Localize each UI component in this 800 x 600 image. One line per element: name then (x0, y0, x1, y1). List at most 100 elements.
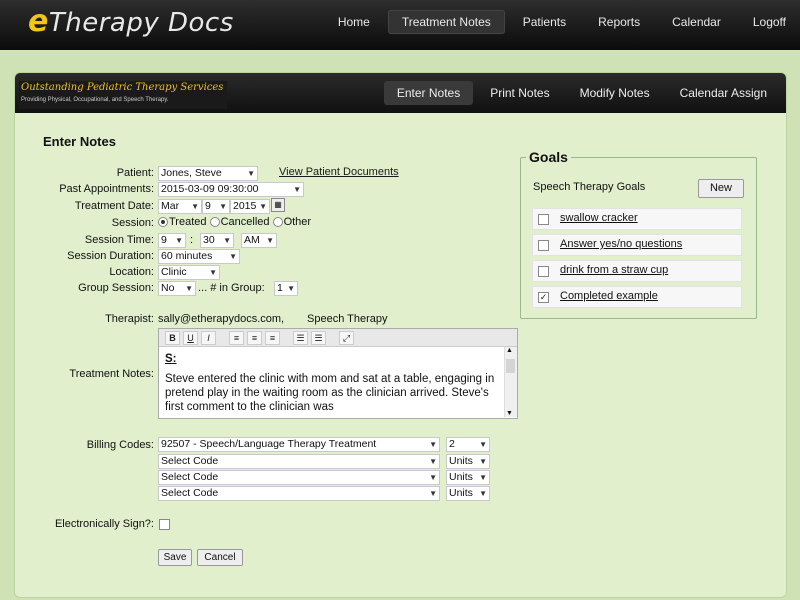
treatment-day-select[interactable]: 9 ▼ (202, 199, 230, 214)
chevron-down-icon: ▼ (479, 489, 487, 498)
billing-units-value: Units (449, 471, 473, 483)
location-select[interactable]: Clinic ▼ (158, 265, 220, 280)
scroll-down-icon[interactable]: ▼ (506, 410, 513, 417)
bullet-list-icon[interactable]: ☰ (293, 331, 308, 345)
goal-checkbox-checked[interactable]: ✓ (538, 292, 549, 303)
editor-scrollbar[interactable]: ▲ ▼ (504, 347, 517, 417)
nav-logoff[interactable]: Logoff (739, 10, 800, 34)
nav-patients[interactable]: Patients (509, 10, 580, 34)
chevron-down-icon: ▼ (479, 457, 487, 466)
chevron-down-icon: ▼ (479, 440, 487, 449)
goal-checkbox[interactable] (538, 266, 549, 277)
subnav-modify-notes[interactable]: Modify Notes (567, 81, 663, 105)
patient-value: Jones, Steve (161, 167, 222, 179)
page-title: Enter Notes (43, 134, 116, 149)
notes-section-heading: S: (165, 353, 177, 365)
bold-icon[interactable]: B (165, 331, 180, 345)
subnav-print-notes[interactable]: Print Notes (477, 81, 562, 105)
group-session-label: Group Session: (78, 282, 154, 294)
goal-checkbox[interactable] (538, 214, 549, 225)
treatment-month-select[interactable]: Mar ▼ (158, 199, 202, 214)
billing-code-select-1[interactable]: 92507 - Speech/Language Therapy Treatmen… (158, 437, 440, 452)
goals-section-title: Speech Therapy Goals (533, 181, 646, 193)
app-logo[interactable]: eTherapy Docs (28, 4, 234, 39)
nav-home[interactable]: Home (324, 10, 384, 34)
session-other-radio[interactable] (272, 217, 283, 228)
goal-link[interactable]: Answer yes/no questions (560, 238, 682, 250)
goal-link[interactable]: swallow cracker (560, 212, 638, 224)
session-hour-select[interactable]: 9 ▼ (158, 233, 186, 248)
session-label: Session: (111, 217, 154, 229)
billing-units-select-1[interactable]: 2 ▼ (446, 437, 490, 452)
electronic-sign-checkbox[interactable] (159, 519, 170, 530)
session-treated-radio[interactable] (158, 217, 168, 228)
new-goal-button[interactable]: New (698, 179, 744, 198)
nav-calendar[interactable]: Calendar (658, 10, 735, 34)
goal-checkbox[interactable] (538, 240, 549, 251)
cancel-button[interactable]: Cancel (197, 549, 243, 566)
duration-value: 60 minutes (161, 250, 213, 262)
fullscreen-icon[interactable]: ⤢ (339, 331, 354, 345)
billing-code-select-4[interactable]: Select Code ▼ (158, 486, 440, 501)
past-appointments-select[interactable]: 2015-03-09 09:30:00 ▼ (158, 182, 304, 197)
billing-code-select-2[interactable]: Select Code ▼ (158, 454, 440, 469)
billing-units-select-3[interactable]: Units ▼ (446, 470, 490, 485)
billing-code-select-3[interactable]: Select Code ▼ (158, 470, 440, 485)
scroll-up-icon[interactable]: ▲ (506, 347, 513, 354)
view-patient-documents-link[interactable]: View Patient Documents (279, 166, 399, 178)
treatment-notes-editor[interactable]: B U I ≡ ≡ ≡ ☰ ☰ ⤢ S: Steve entered the c… (158, 328, 518, 419)
location-value: Clinic (161, 266, 187, 278)
in-group-select[interactable]: 1 ▼ (274, 281, 298, 296)
top-navbar: eTherapy Docs Home Treatment Notes Patie… (0, 0, 800, 50)
align-center-icon[interactable]: ≡ (247, 331, 262, 345)
sub-nav: Enter Notes Print Notes Modify Notes Cal… (380, 81, 780, 105)
subnav-enter-notes[interactable]: Enter Notes (383, 81, 474, 105)
billing-code-value: Select Code (161, 487, 219, 499)
chevron-down-icon: ▼ (247, 169, 255, 178)
main-nav: Home Treatment Notes Patients Reports Ca… (320, 10, 800, 34)
align-left-icon[interactable]: ≡ (229, 331, 244, 345)
align-right-icon[interactable]: ≡ (265, 331, 280, 345)
italic-icon[interactable]: I (201, 331, 216, 345)
session-other-label: Other (283, 216, 312, 228)
billing-code-value: 92507 - Speech/Language Therapy Treatmen… (161, 438, 377, 450)
session-duration-select[interactable]: 60 minutes ▼ (158, 249, 240, 264)
month-value: Mar (161, 200, 180, 212)
chevron-down-icon: ▼ (185, 284, 193, 293)
treatment-date-label: Treatment Date: (74, 200, 154, 212)
chevron-down-icon: ▼ (259, 202, 267, 211)
past-appointments-value: 2015-03-09 09:30:00 (161, 183, 259, 195)
chevron-down-icon: ▼ (229, 252, 237, 261)
nav-treatment-notes[interactable]: Treatment Notes (387, 10, 505, 34)
treatment-year-select[interactable]: 2015 ▼ (230, 199, 270, 214)
chevron-down-icon: ▼ (223, 236, 231, 245)
group-session-select[interactable]: No ▼ (158, 281, 196, 296)
practice-logo: Outstanding Pediatric Therapy Services P… (19, 81, 227, 109)
patient-select[interactable]: Jones, Steve ▼ (158, 166, 258, 181)
session-ampm-select[interactable]: AM ▼ (241, 233, 277, 248)
logo-mark: e (28, 4, 49, 39)
logo-text: Therapy Docs (48, 8, 234, 38)
session-cancelled-radio[interactable] (209, 217, 220, 228)
hour-value: 9 (161, 234, 167, 246)
billing-units-select-2[interactable]: Units ▼ (446, 454, 490, 469)
chevron-down-icon: ▼ (429, 440, 437, 449)
therapist-discipline: Speech Therapy (307, 313, 388, 325)
editor-toolbar: B U I ≡ ≡ ≡ ☰ ☰ ⤢ (159, 329, 517, 347)
scroll-thumb[interactable] (506, 359, 515, 373)
nav-reports[interactable]: Reports (584, 10, 654, 34)
session-minute-select[interactable]: 30 ▼ (200, 233, 234, 248)
chevron-down-icon: ▼ (209, 268, 217, 277)
chevron-down-icon: ▼ (429, 473, 437, 482)
editor-content[interactable]: S: Steve entered the clinic with mom and… (165, 352, 495, 414)
goal-link[interactable]: drink from a straw cup (560, 264, 668, 276)
chevron-down-icon: ▼ (175, 236, 183, 245)
save-button[interactable]: Save (158, 549, 192, 566)
calendar-icon[interactable]: ▦ (271, 198, 285, 212)
billing-units-select-4[interactable]: Units ▼ (446, 486, 490, 501)
subnav-calendar-assign[interactable]: Calendar Assign (667, 81, 780, 105)
numbered-list-icon[interactable]: ☰ (311, 331, 326, 345)
underline-icon[interactable]: U (183, 331, 198, 345)
therapist-email: sally@etherapydocs.com, (158, 313, 285, 325)
goal-link[interactable]: Completed example (560, 290, 658, 302)
